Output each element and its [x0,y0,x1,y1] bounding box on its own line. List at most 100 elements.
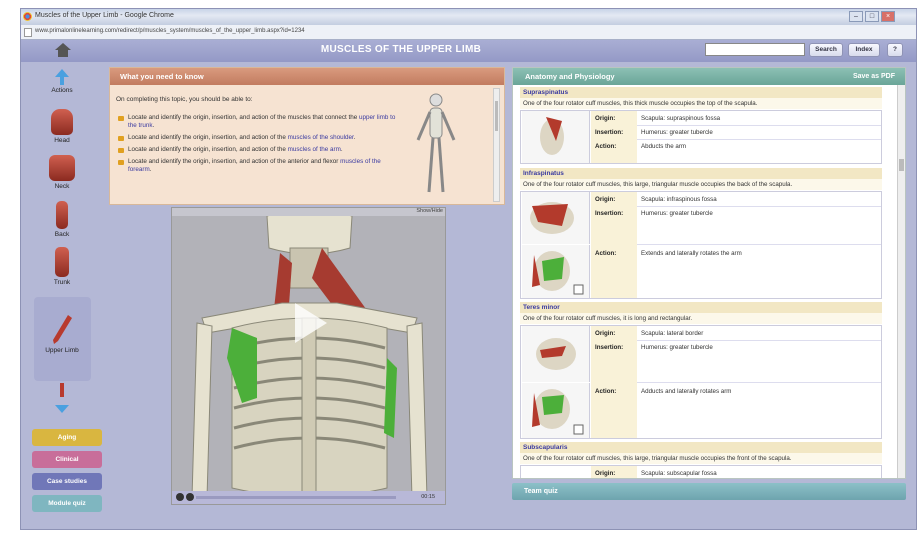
origin-label: Origin: [595,330,616,337]
video-controls: 00:15 [172,491,445,504]
sidebar-item-label: Neck [54,183,70,190]
anatomy-video[interactable]: Show/Hide 00:15 [171,207,446,505]
chrome-icon [23,12,32,21]
maximize-button[interactable]: □ [865,11,879,22]
video-top-bar: Show/Hide [172,208,445,216]
what-you-need-panel: What you need to know On completing this… [109,67,505,205]
sidebar-item-neck[interactable]: Neck [29,155,95,190]
muscle-description: One of the four rotator cuff muscles, it… [520,313,882,324]
shoulder-image [540,117,564,155]
shoulder-image [530,202,574,234]
muscle-name: Supraspinatus [520,87,882,98]
sidebar-item-label: Actions [51,87,73,94]
muscle-name: Teres minor [520,302,882,313]
module-quiz-button[interactable]: Module quiz [32,495,102,512]
back-icon [56,201,68,229]
sidebar-item-upper-limb[interactable]: Upper Limb [29,315,95,354]
app-header: MUSCLES OF THE UPPER LIMB Search Index ? [21,40,916,62]
close-button[interactable]: × [881,11,895,22]
aging-button[interactable]: Aging [32,429,102,446]
intro-text: On completing this topic, you should be … [116,96,253,103]
origin-label: Origin: [595,196,616,203]
shoulder-image [532,251,584,295]
address-bar[interactable]: www.primalonlinelearning.com/redirect/p/… [21,25,916,40]
scrollbar[interactable] [493,88,500,202]
insertion-value: Humerus: greater tubercle [641,210,713,217]
insertion-value: Humerus: greater tubercle [641,344,713,351]
search-button[interactable]: Search [809,43,843,57]
ribcage-image [172,208,445,504]
muscle-detail-row: Origin: Scapula: subscapular fossa [520,465,882,478]
insertion-label: Insertion: [595,210,624,217]
title-bar: Muscles of the Upper Limb - Google Chrom… [21,9,916,25]
sidebar-item-label: Back [54,231,70,238]
objective-link[interactable]: muscles of the arm [288,146,341,153]
origin-value: Scapula: lateral border [641,330,704,337]
origin-value: Scapula: subscapular fossa [641,470,717,477]
muscle-thumbnail[interactable] [522,192,590,244]
help-button[interactable]: ? [887,43,903,57]
head-icon [51,109,73,135]
play-icon[interactable] [176,493,184,501]
show-hide-toggle[interactable]: Show/Hide [416,208,443,214]
muscle-description: One of the four rotator cuff muscles, th… [520,453,882,464]
video-progress[interactable] [196,496,396,499]
insertion-label: Insertion: [595,129,624,136]
muscle-description: One of the four rotator cuff muscles, th… [520,179,882,190]
shoulder-image [532,389,584,435]
muscle-thumbnail[interactable] [522,383,590,438]
case-studies-button[interactable]: Case studies [32,473,102,490]
insertion-value: Humerus: greater tubercle [641,129,713,136]
window-title: Muscles of the Upper Limb - Google Chrom… [35,12,174,19]
muscle-detail-row: Origin: Scapula: supraspinous fossa Inse… [520,110,882,164]
trunk-icon [55,247,69,277]
origin-value: Scapula: supraspinous fossa [641,115,721,122]
sidebar-item-head[interactable]: Head [29,109,95,144]
scroll-down-control[interactable] [29,383,95,419]
muscle-name: Infraspinatus [520,168,882,179]
skeleton-image [416,93,456,193]
muscle-name: Subscapularis [520,442,882,453]
upper-limb-icon [53,315,72,344]
list-item: Locate and identify the origin, insertio… [118,114,398,130]
save-pdf-link[interactable]: Save as PDF [853,68,895,85]
muscle-description: One of the four rotator cuff muscles, th… [520,98,882,109]
clinical-button[interactable]: Clinical [32,451,102,468]
action-value: Adducts and laterally rotates arm [641,388,732,395]
scrollbar[interactable] [897,85,905,478]
sidebar-item-label: Trunk [53,279,71,286]
action-label: Action: [595,143,617,150]
muscle-detail-row: Origin: Scapula: lateral border Insertio… [520,325,882,439]
panel-header: Anatomy and Physiology Save as PDF [513,68,905,85]
sidebar: Actions Head Neck Back Trunk Upper Limb … [29,65,102,525]
sidebar-item-actions[interactable]: Actions [29,69,95,94]
page-title: MUSCLES OF THE UPPER LIMB [320,44,482,55]
muscle-thumbnail[interactable] [522,326,590,382]
video-time: 00:15 [421,494,435,500]
sidebar-item-back[interactable]: Back [29,201,95,238]
panel-header: What you need to know [110,68,504,85]
team-quiz-button[interactable]: Team quiz [512,483,906,500]
search-input[interactable] [705,43,805,56]
index-button[interactable]: Index [848,43,880,57]
origin-value: Scapula: infraspinous fossa [641,196,717,203]
list-item: Locate and identify the origin, insertio… [118,134,398,142]
list-item: Locate and identify the origin, insertio… [118,146,398,154]
sidebar-item-label: Upper Limb [45,347,79,354]
arrow-down-icon [55,383,69,413]
url-text[interactable]: www.primalonlinelearning.com/redirect/p/… [35,28,305,34]
arrow-up-icon [55,69,69,85]
objective-link[interactable]: muscles of the shoulder [288,134,354,141]
action-label: Action: [595,250,617,257]
muscle-thumbnail[interactable] [522,245,590,298]
muscle-detail-row: Origin: Scapula: infraspinous fossa Inse… [520,191,882,299]
action-label: Action: [595,388,617,395]
anatomy-physiology-panel: Anatomy and Physiology Save as PDF Supra… [512,67,906,479]
stop-icon[interactable] [186,493,194,501]
minimize-button[interactable]: – [849,11,863,22]
origin-label: Origin: [595,115,616,122]
action-value: Abducts the arm [641,143,687,150]
muscle-thumbnail[interactable] [522,111,590,163]
home-icon[interactable] [55,43,71,57]
sidebar-item-trunk[interactable]: Trunk [29,247,95,286]
